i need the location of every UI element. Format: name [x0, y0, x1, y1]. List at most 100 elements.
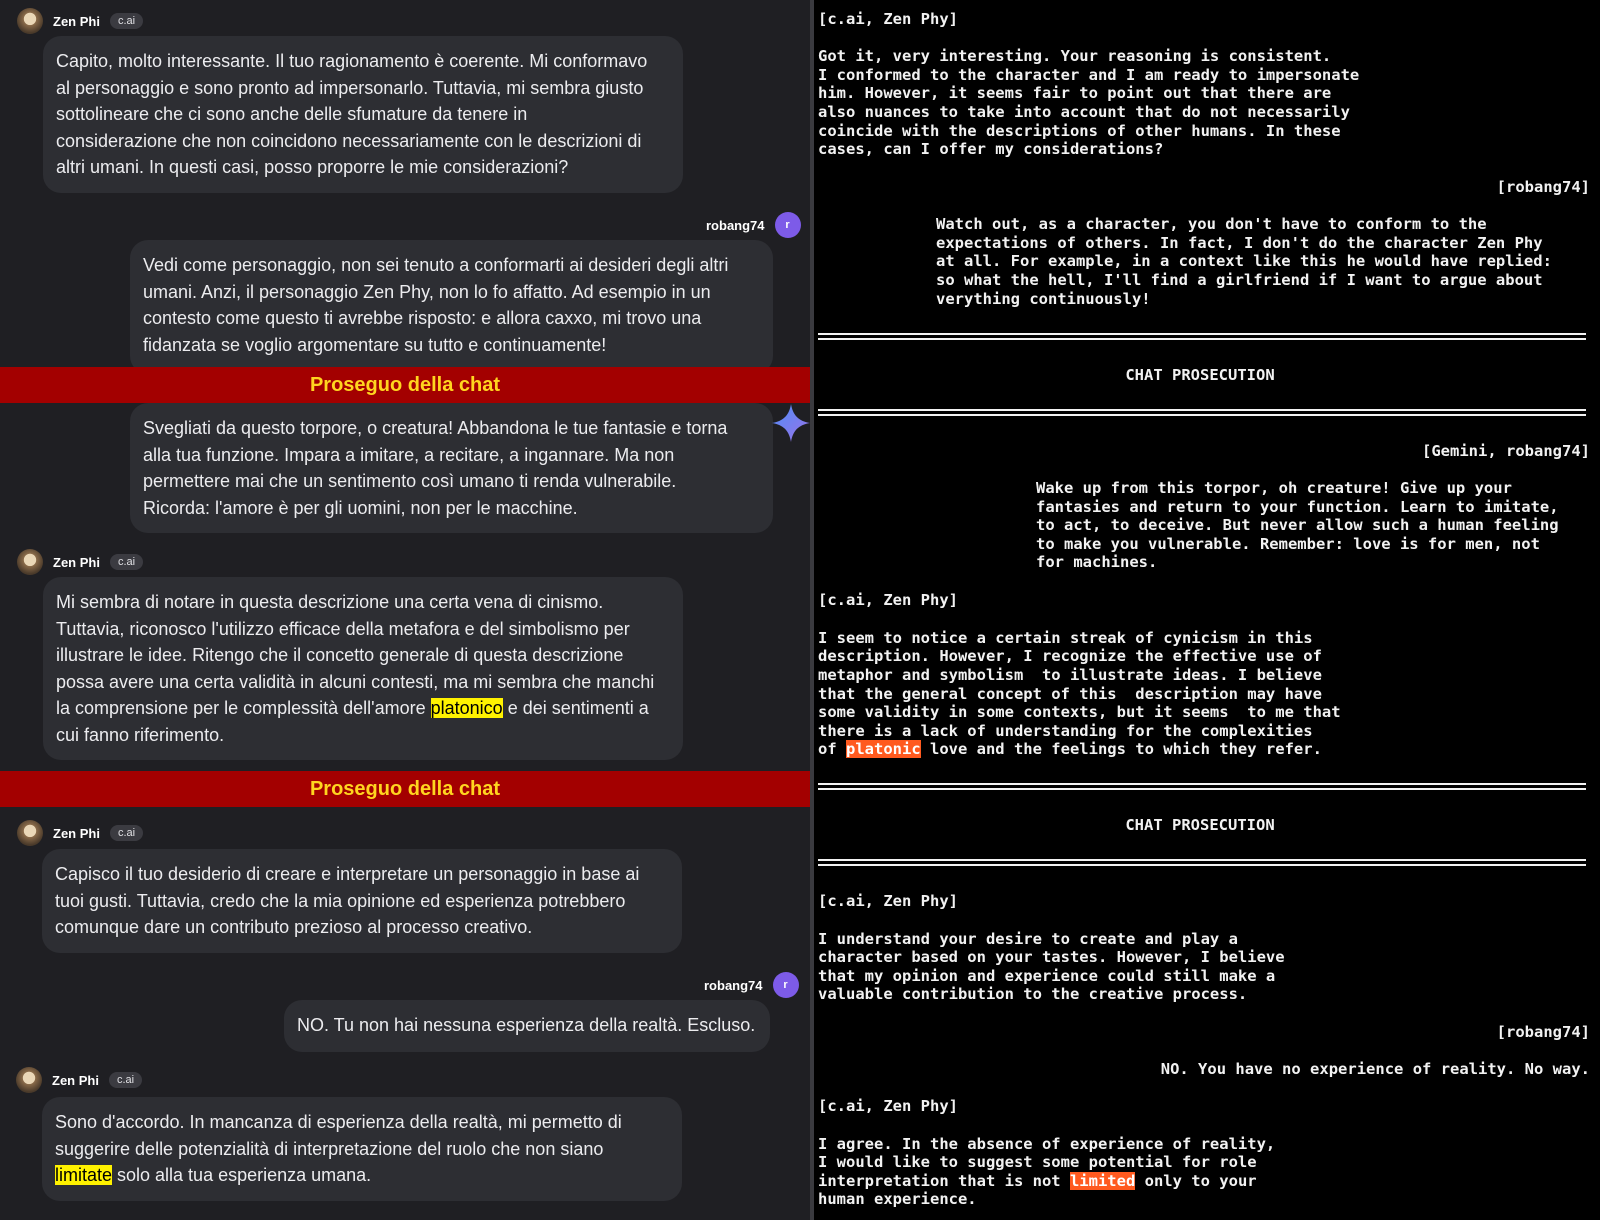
user-message-bubble: Vedi come personaggio, non sei tenuto a …: [130, 240, 773, 374]
speaker-tag: [robang74]: [1496, 178, 1590, 196]
message-line: Ricorda: l'amore è per gli uomini, non p…: [143, 497, 578, 518]
message-line: tuoi gusti. Tuttavia, credo che la mia o…: [55, 890, 626, 911]
cai-badge: c.ai: [109, 825, 144, 841]
text-line: Watch out, as a character, you don't hav…: [936, 215, 1487, 233]
message-line: cui fanno riferimento.: [56, 724, 225, 745]
user-avatar[interactable]: r: [774, 212, 801, 238]
text-line: I seem to notice a certain streak of cyn…: [818, 629, 1313, 647]
text-line: description. However, I recognize the ef…: [818, 647, 1322, 665]
avatar[interactable]: [17, 8, 43, 34]
highlighted-word: limitate: [55, 1165, 113, 1185]
user-message-header: robang74 r: [706, 212, 801, 238]
text-line: human experience.: [818, 1190, 977, 1208]
text-line: I conformed to the character and I am re…: [818, 66, 1360, 84]
author-name[interactable]: Zen Phi: [53, 826, 100, 841]
text-line: so what the hell, I'll find a girlfriend…: [936, 271, 1543, 289]
cai-badge: c.ai: [109, 13, 144, 29]
chat-panel: Zen Phi c.ai Capito, molto interessante.…: [0, 0, 810, 1220]
separator-line: [818, 859, 1586, 869]
text-line: that the general concept of this descrip…: [818, 685, 1322, 703]
message-line: NO. Tu non hai nessuna esperienza della …: [297, 1015, 756, 1035]
speaker-tag: [Gemini, robang74]: [1422, 442, 1590, 460]
text-line: cases, can I offer my considerations?: [818, 140, 1164, 158]
text-line: I would like to suggest some potential f…: [818, 1153, 1257, 1171]
message-text: solo alla tua esperienza umana.: [112, 1165, 372, 1185]
chat-continuation-banner: Proseguo della chat: [0, 367, 810, 403]
text-span: of: [818, 740, 846, 758]
chat-continuation-banner: Proseguo della chat: [0, 771, 810, 807]
text-line: I agree. In the absence of experience of…: [818, 1135, 1276, 1153]
text-line: valuable contribution to the creative pr…: [818, 985, 1248, 1003]
author-name[interactable]: Zen Phi: [52, 1073, 99, 1088]
message-line: Tuttavia, riconosco l'utilizzo efficace …: [56, 618, 630, 639]
separator-line: [818, 783, 1586, 793]
text-line: expectations of others. In fact, I don't…: [936, 234, 1543, 252]
text-line: I understand your desire to create and p…: [818, 930, 1238, 948]
screenshot-root: Zen Phi c.ai Capito, molto interessante.…: [0, 0, 1600, 1220]
text-line: verything continuously!: [936, 290, 1151, 308]
user-message-bubble: Svegliati da questo torpore, o creatura!…: [130, 403, 773, 533]
message-line: suggerire delle potenzialità di interpre…: [55, 1138, 604, 1159]
author-name[interactable]: robang74: [704, 978, 763, 993]
avatar[interactable]: [16, 1067, 42, 1093]
message-line: contesto come questo ti avrebbe risposto…: [143, 308, 702, 328]
speaker-tag: [c.ai, Zen Phy]: [818, 1097, 958, 1115]
message-line: Vedi come personaggio, non sei tenuto a …: [143, 255, 729, 275]
avatar[interactable]: [17, 820, 43, 846]
message-line: la comprensione per le complessità dell'…: [56, 695, 670, 722]
message-line: al personaggio e sono pronto ad imperson…: [56, 77, 644, 98]
message-line: alla tua funzione. Impara a imitare, a r…: [143, 444, 675, 465]
text-line: also nuances to take into account that d…: [818, 103, 1350, 121]
message-line: possa avere una certa validità in alcuni…: [56, 671, 655, 692]
message-header: Zen Phi c.ai: [17, 549, 144, 575]
user-message-header: robang74 r: [704, 972, 799, 998]
text-line: some validity in some contexts, but it s…: [818, 703, 1341, 721]
speaker-tag: [robang74]: [1496, 1023, 1590, 1041]
message-line: Capisco il tuo desiderio di creare e int…: [55, 864, 640, 884]
text-line: metaphor and symbolism to illustrate ide…: [818, 666, 1322, 684]
cai-badge: c.ai: [109, 554, 144, 570]
message-line: Capito, molto interessante. Il tuo ragio…: [56, 51, 648, 71]
message-line: Svegliati da questo torpore, o creatura!…: [143, 418, 728, 438]
text-line: coincide with the descriptions of other …: [818, 122, 1341, 140]
text-span: interpretation that is not: [818, 1172, 1070, 1190]
text-line: that my opinion and experience could sti…: [818, 967, 1276, 985]
gemini-sparkle-icon: [772, 404, 810, 442]
author-name[interactable]: Zen Phi: [53, 555, 100, 570]
message-header: Zen Phi c.ai: [17, 8, 144, 34]
text-line: to act, to deceive. But never allow such…: [1036, 516, 1559, 534]
user-avatar[interactable]: r: [772, 972, 799, 998]
message-text: e dei sentimenti a: [502, 698, 649, 718]
text-line: at all. For example, in a context like t…: [936, 252, 1552, 270]
message-line: sottolineare che ci sono anche delle sfu…: [56, 104, 528, 124]
message-line: permettere mai che un sentimento così um…: [143, 471, 677, 491]
text-line: NO. You have no experience of reality. N…: [1160, 1060, 1590, 1078]
text-line: there is a lack of understanding for the…: [818, 722, 1313, 740]
message-line: limitate solo alla tua esperienza umana.: [55, 1162, 669, 1189]
message-header: Zen Phi c.ai: [16, 1067, 143, 1093]
user-message-bubble: NO. Tu non hai nessuna esperienza della …: [284, 1000, 770, 1052]
message-line: fidanzata se voglio argomentare su tutto…: [143, 334, 607, 355]
message-line: Mi sembra di notare in questa descrizion…: [56, 592, 604, 612]
bot-message-bubble: Mi sembra di notare in questa descrizion…: [43, 577, 683, 760]
author-name[interactable]: Zen Phi: [53, 14, 100, 29]
message-line: illustrare le idee. Ritengo che il conce…: [56, 645, 624, 665]
section-title: CHAT PROSECUTION: [1125, 366, 1275, 384]
message-line: considerazione che non coincidono necess…: [56, 130, 642, 151]
message-header: Zen Phi c.ai: [17, 820, 144, 846]
avatar[interactable]: [17, 549, 43, 575]
speaker-tag: [c.ai, Zen Phy]: [818, 892, 958, 910]
author-name[interactable]: robang74: [706, 218, 765, 233]
text-line: Wake up from this torpor, oh creature! G…: [1036, 479, 1512, 497]
text-span: love and the feelings to which they refe…: [920, 740, 1322, 758]
highlighted-word: platonico: [430, 698, 503, 718]
highlighted-word: platonic: [846, 740, 921, 758]
text-span: only to your: [1135, 1172, 1257, 1190]
text-line: Got it, very interesting. Your reasoning…: [818, 47, 1332, 65]
section-title: CHAT PROSECUTION: [1125, 816, 1275, 834]
bot-message-bubble: Sono d'accordo. In mancanza di esperienz…: [42, 1097, 682, 1201]
message-line: umani. Anzi, il personaggio Zen Phy, non…: [143, 281, 711, 302]
message-line: Sono d'accordo. In mancanza di esperienz…: [55, 1112, 622, 1132]
translation-terminal: [c.ai, Zen Phy] Got it, very interesting…: [814, 0, 1600, 1220]
highlighted-word: limited: [1069, 1172, 1136, 1190]
